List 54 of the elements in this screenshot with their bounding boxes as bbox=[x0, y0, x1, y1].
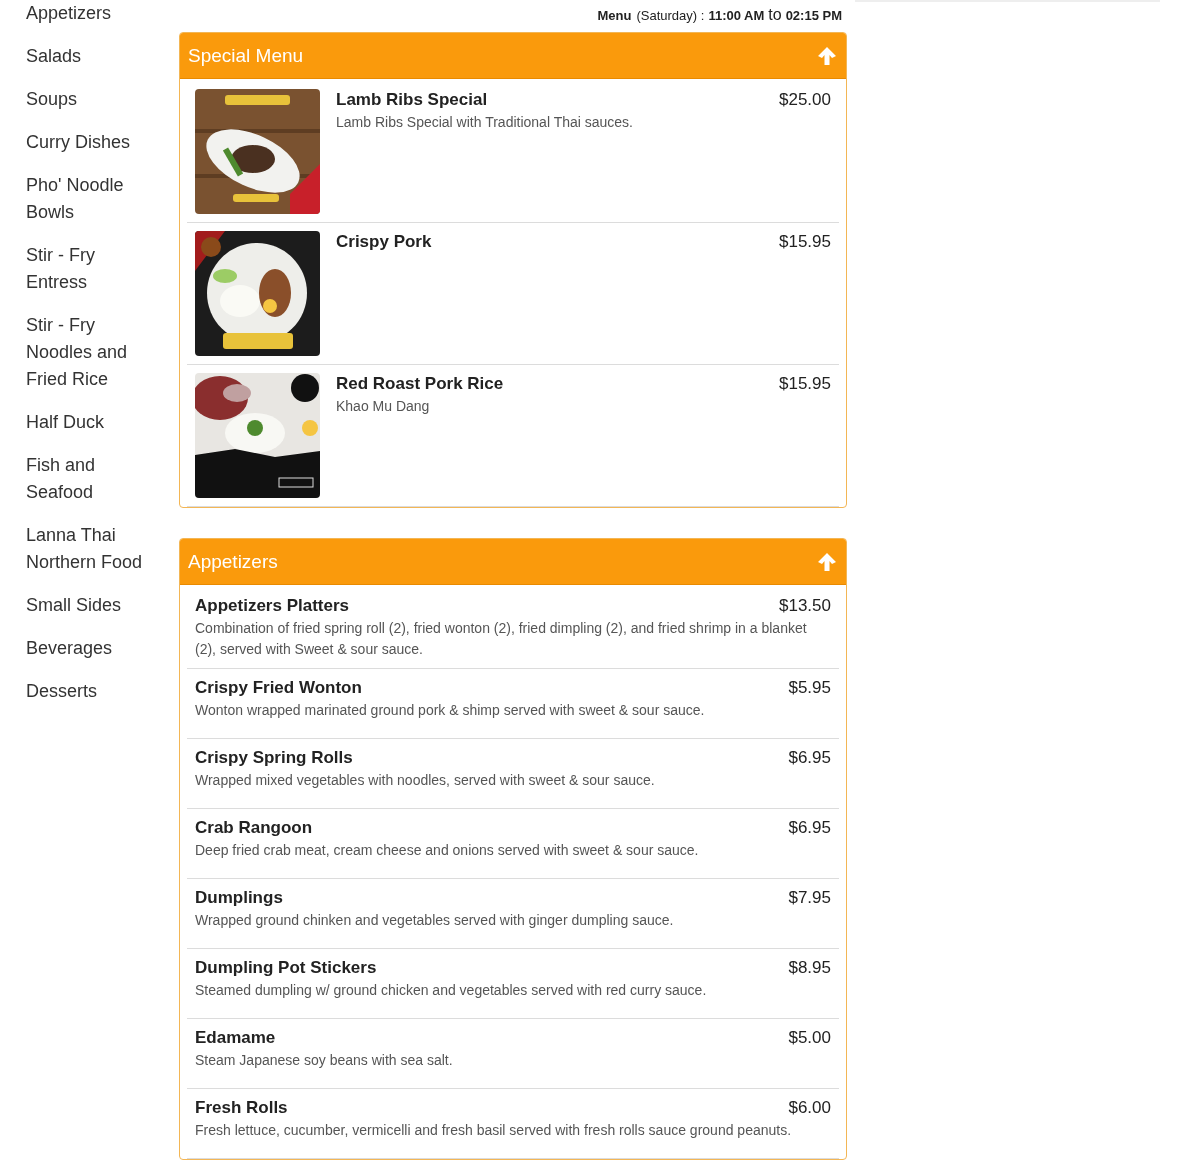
item-name: Fresh Rolls bbox=[195, 1097, 288, 1119]
item-name: Crispy Fried Wonton bbox=[195, 677, 362, 699]
arrow-up-icon[interactable] bbox=[816, 550, 838, 573]
item-description: Steamed dumpling w/ ground chicken and vegetables served with red curry sauce. bbox=[195, 981, 708, 1000]
item-price: $6.00 bbox=[788, 1097, 831, 1119]
item-price: $25.00 bbox=[779, 89, 831, 111]
item-description: Lamb Ribs Special with Traditional Thai sauces. bbox=[336, 113, 634, 132]
sidebar-link[interactable]: Pho' Noodle Bowls bbox=[26, 172, 151, 226]
sidebar-link[interactable]: Salads bbox=[26, 43, 151, 70]
item-name: Lamb Ribs Special bbox=[336, 89, 488, 111]
item-description: Combination of fried spring roll (2), fried wonton (2), fried dimpling (2), and fried shrimp in a blanket (2), served with Sweet & sour sauce. bbox=[195, 619, 808, 659]
item-price: $5.00 bbox=[788, 1027, 831, 1049]
item-description: Steam Japanese soy beans with sea salt. bbox=[195, 1051, 454, 1070]
item-price: $5.95 bbox=[788, 677, 831, 699]
item-price: $15.95 bbox=[779, 373, 831, 395]
open-time: 11:00 AM bbox=[708, 8, 765, 23]
item-name: Edamame bbox=[195, 1027, 276, 1049]
item-price: $6.95 bbox=[788, 817, 831, 839]
item-description: Deep fried crab meat, cream cheese and onions served with sweet & sour sauce. bbox=[195, 841, 700, 860]
item-name: Crispy Pork bbox=[336, 231, 432, 253]
item-name: Crab Rangoon bbox=[195, 817, 313, 839]
item-description: Wrapped ground chinken and vegetables served with ginger dumpling sauce. bbox=[195, 911, 675, 930]
close-time: 02:15 PM bbox=[785, 8, 842, 23]
day-label: (Saturday) : bbox=[636, 8, 705, 23]
sidebar-link[interactable]: Stir - Fry Noodles and Fried Rice bbox=[26, 312, 151, 393]
item-price: $8.95 bbox=[788, 957, 831, 979]
section-title: Appetizers bbox=[188, 550, 278, 573]
item-name: Dumpling Pot Stickers bbox=[195, 957, 377, 979]
item-price: $7.95 bbox=[788, 887, 831, 909]
sidebar-link[interactable]: Desserts bbox=[26, 678, 151, 705]
sidebar-link[interactable]: Appetizers bbox=[26, 0, 151, 27]
item-price: $13.50 bbox=[779, 595, 831, 617]
sidebar-link[interactable]: Small Sides bbox=[26, 592, 151, 619]
sidebar-link[interactable]: Soups bbox=[26, 86, 151, 113]
sidebar-link[interactable]: Curry Dishes bbox=[26, 129, 151, 156]
item-description: Wonton wrapped marinated ground pork & shimp served with sweet & sour sauce. bbox=[195, 701, 706, 720]
arrow-up-icon[interactable] bbox=[816, 44, 838, 67]
item-name: Dumplings bbox=[195, 887, 283, 909]
sidebar-link[interactable]: Beverages bbox=[26, 635, 151, 662]
sidebar-link[interactable]: Lanna Thai Northern Food bbox=[26, 522, 151, 576]
item-description: Fresh lettuce, cucumber, vermicelli and fresh basil served with fresh rolls sauce ground peanuts. bbox=[195, 1121, 793, 1140]
menu-label: Menu bbox=[597, 8, 632, 23]
item-name: Red Roast Pork Rice bbox=[336, 373, 504, 395]
to-label: to bbox=[768, 6, 782, 24]
sidebar-link[interactable]: Fish and Seafood bbox=[26, 452, 151, 506]
item-price: $6.95 bbox=[788, 747, 831, 769]
item-description: Khao Mu Dang bbox=[336, 397, 431, 416]
sidebar-link[interactable]: Half Duck bbox=[26, 409, 151, 436]
section-title: Special Menu bbox=[188, 44, 304, 67]
item-description: Wrapped mixed vegetables with noodles, served with sweet & sour sauce. bbox=[195, 771, 656, 790]
sidebar-link[interactable]: Stir - Fry Entress bbox=[26, 242, 151, 296]
item-price: $15.95 bbox=[779, 231, 831, 253]
item-name: Appetizers Platters bbox=[195, 595, 349, 617]
item-name: Crispy Spring Rolls bbox=[195, 747, 353, 769]
